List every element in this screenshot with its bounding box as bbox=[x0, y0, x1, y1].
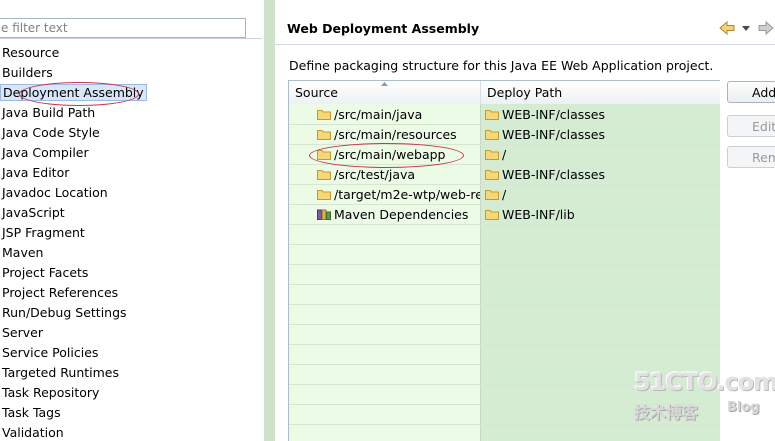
row-line bbox=[289, 364, 721, 365]
source-cell: /src/test/java bbox=[317, 165, 480, 185]
page-item-task-tags[interactable]: Task Tags bbox=[0, 403, 147, 423]
table-row[interactable]: Maven Dependencies WEB-INF/lib bbox=[289, 205, 721, 225]
filter-input[interactable] bbox=[0, 18, 246, 38]
deploy-path-cell: / bbox=[485, 185, 506, 205]
source-cell: /target/m2e-wtp/web-resources bbox=[317, 185, 480, 205]
pane-splitter[interactable] bbox=[264, 0, 275, 441]
watermark-sub-text: 技术博客 bbox=[634, 403, 699, 422]
edit-button[interactable]: Edit... bbox=[727, 115, 775, 137]
row-line bbox=[289, 284, 721, 285]
chevron-down-icon[interactable] bbox=[741, 23, 751, 33]
folder-icon bbox=[317, 110, 331, 120]
page-header: Web Deployment Assembly bbox=[275, 14, 775, 45]
remove-button[interactable]: Remove bbox=[727, 146, 775, 168]
row-line bbox=[289, 324, 721, 325]
row-line bbox=[289, 344, 721, 345]
row-line bbox=[289, 244, 721, 245]
page-item-targeted-runtimes[interactable]: Targeted Runtimes bbox=[0, 363, 147, 383]
page-item-deployment-assembly[interactable]: Deployment Assembly bbox=[0, 83, 147, 103]
table-row[interactable]: /src/main/webapp / bbox=[289, 145, 721, 165]
column-header-deploy-path[interactable]: Deploy Path bbox=[481, 81, 717, 104]
column-header-source[interactable]: Source bbox=[289, 81, 481, 104]
table-row[interactable]: /src/test/java WEB-INF/classes bbox=[289, 165, 721, 185]
deploy-path-cell: WEB-INF/classes bbox=[485, 165, 605, 185]
folder-icon bbox=[485, 110, 499, 120]
page-item-java-build-path[interactable]: Java Build Path bbox=[0, 103, 147, 123]
page-item-javascript[interactable]: JavaScript bbox=[0, 203, 147, 223]
folder-icon bbox=[317, 130, 331, 140]
folder-icon bbox=[317, 190, 331, 200]
page-item-builders[interactable]: Builders bbox=[0, 63, 147, 83]
folder-icon bbox=[485, 210, 499, 220]
watermark-main-text: 51CTO.com bbox=[634, 368, 775, 396]
filter-box bbox=[0, 16, 262, 39]
page-item-service-policies[interactable]: Service Policies bbox=[0, 343, 147, 363]
source-cell: /src/main/webapp bbox=[317, 145, 480, 165]
row-line bbox=[289, 304, 721, 305]
deploy-path-cell: WEB-INF/lib bbox=[485, 205, 575, 225]
forward-arrow-icon[interactable] bbox=[757, 19, 775, 37]
page-item-validation[interactable]: Validation bbox=[0, 423, 147, 441]
deploy-path-cell: / bbox=[485, 145, 506, 165]
watermark-blog-text: Blog bbox=[727, 400, 760, 415]
table-row[interactable]: /src/main/java WEB-INF/classes bbox=[289, 105, 721, 125]
watermark-logo: 51CTO.com 技术博客 Blog bbox=[630, 368, 775, 428]
sort-ascending-icon bbox=[381, 82, 388, 86]
folder-icon bbox=[317, 150, 331, 160]
folder-icon bbox=[485, 190, 499, 200]
page-item-javadoc-location[interactable]: Javadoc Location bbox=[0, 183, 147, 203]
folder-icon bbox=[485, 150, 499, 160]
folder-icon bbox=[317, 170, 331, 180]
page-description: Define packaging structure for this Java… bbox=[289, 58, 714, 73]
page-item-maven[interactable]: Maven bbox=[0, 243, 147, 263]
page-item-run-debug-settings[interactable]: Run/Debug Settings bbox=[0, 303, 147, 323]
page-item-resource[interactable]: Resource bbox=[0, 43, 147, 63]
back-arrow-icon[interactable] bbox=[718, 19, 736, 37]
table-row[interactable]: /src/main/resources WEB-INF/classes bbox=[289, 125, 721, 145]
table-row[interactable]: /target/m2e-wtp/web-resources / bbox=[289, 185, 721, 205]
folder-icon bbox=[485, 170, 499, 180]
property-page-list: Resource Builders Deployment Assembly Ja… bbox=[0, 43, 147, 441]
page-title: Web Deployment Assembly bbox=[287, 21, 480, 36]
library-icon bbox=[317, 209, 331, 220]
page-item-jsp-fragment[interactable]: JSP Fragment bbox=[0, 223, 147, 243]
page-item-java-compiler[interactable]: Java Compiler bbox=[0, 143, 147, 163]
page-item-project-facets[interactable]: Project Facets bbox=[0, 263, 147, 283]
source-cell: Maven Dependencies bbox=[317, 205, 480, 225]
table-header: Source Deploy Path bbox=[289, 81, 721, 105]
page-item-server[interactable]: Server bbox=[0, 323, 147, 343]
page-item-task-repository[interactable]: Task Repository bbox=[0, 383, 147, 403]
page-item-project-references[interactable]: Project References bbox=[0, 283, 147, 303]
page-item-java-editor[interactable]: Java Editor bbox=[0, 163, 147, 183]
source-cell: /src/main/java bbox=[317, 105, 480, 125]
property-pages-pane: Resource Builders Deployment Assembly Ja… bbox=[0, 0, 264, 441]
deploy-path-cell: WEB-INF/classes bbox=[485, 105, 605, 125]
page-item-java-code-style[interactable]: Java Code Style bbox=[0, 123, 147, 143]
deploy-path-cell: WEB-INF/classes bbox=[485, 125, 605, 145]
row-line bbox=[289, 264, 721, 265]
folder-icon bbox=[485, 130, 499, 140]
source-cell: /src/main/resources bbox=[317, 125, 480, 145]
add-button[interactable]: Add... bbox=[727, 81, 775, 103]
